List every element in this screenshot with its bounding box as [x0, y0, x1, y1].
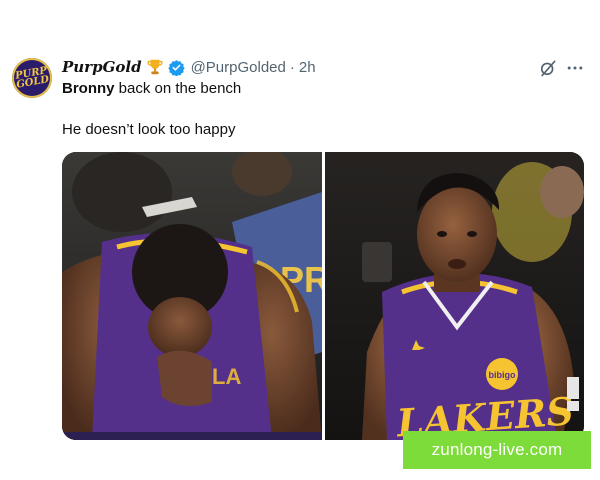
svg-text:LA: LA [212, 364, 241, 389]
media-grid[interactable]: PR LA bibigo LAKERS [62, 152, 584, 440]
user-handle[interactable]: @PurpGolded [191, 59, 286, 76]
avatar[interactable]: PURP GOLD [12, 58, 52, 98]
more-icon[interactable] [565, 58, 585, 78]
tweet[interactable]: PURP GOLD PurpGold @PurpGolded · 2h Bron… [0, 0, 600, 480]
tweet-bold-name: Bronny [62, 80, 115, 97]
grok-icon[interactable] [538, 58, 558, 78]
tweet-text-line2: He doesn’t look too happy [62, 121, 236, 138]
display-name[interactable]: PurpGold [62, 58, 142, 76]
header-separator: · [289, 58, 295, 76]
media-image-right[interactable]: bibigo LAKERS [325, 152, 584, 440]
watermark-banner: zunlong-live.com [403, 431, 591, 469]
timestamp[interactable]: 2h [299, 59, 316, 76]
verified-icon [167, 59, 185, 76]
tweet-text-rest: back on the bench [114, 80, 242, 97]
watermark-text: zunlong-live.com [431, 440, 563, 459]
media-image-left[interactable]: PR LA [62, 152, 330, 440]
trophy-icon [146, 59, 163, 75]
tweet-header: PurpGold @PurpGolded · 2h [62, 57, 316, 77]
tweet-text-line1: Bronny back on the bench [62, 80, 241, 97]
jersey-patch-text: bibigo [489, 370, 516, 380]
avatar-logo-text: PURP GOLD [14, 65, 50, 91]
